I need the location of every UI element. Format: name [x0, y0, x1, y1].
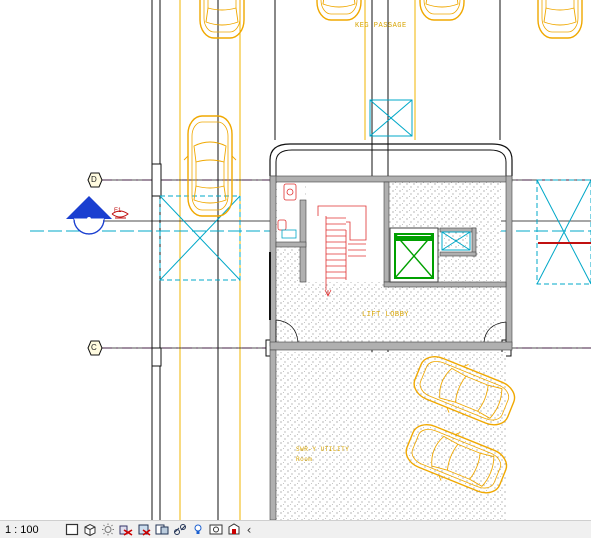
bulb-icon	[194, 524, 201, 534]
lift-lobby-label: LIFT LOBBY	[362, 311, 410, 319]
crop-region-icon	[155, 524, 168, 535]
visual-style-button[interactable]	[81, 522, 98, 537]
view-scale[interactable]: 1 : 100	[5, 524, 41, 536]
cube-icon	[84, 523, 95, 536]
elevation-marker	[66, 196, 112, 235]
lift-car	[389, 227, 439, 283]
grid-bubble-c[interactable]: C	[91, 343, 97, 352]
model-icon	[228, 523, 239, 535]
crop-icon	[138, 524, 150, 536]
car-top-right-a	[415, 0, 469, 21]
analytical-model-button[interactable]	[225, 522, 242, 537]
shadow-icon	[119, 525, 132, 536]
shaft-opening-top	[369, 99, 413, 137]
car-top-right-b	[533, 0, 587, 39]
reveal-icon	[209, 524, 222, 535]
reveal-hidden-button[interactable]	[207, 522, 224, 537]
basement-room-label: SWR-Y UTILITY	[296, 446, 350, 453]
temporary-hide-button[interactable]	[189, 522, 206, 537]
crop-view-button[interactable]	[135, 522, 152, 537]
light-well-left	[159, 195, 241, 281]
car-left	[183, 115, 237, 217]
building-outline	[269, 143, 513, 176]
detail-level-button[interactable]	[63, 522, 80, 537]
car-top-left	[195, 0, 249, 39]
light-well-right	[536, 179, 591, 285]
sun-icon	[101, 523, 114, 536]
square-icon	[65, 523, 78, 536]
grid-bubble-d[interactable]: D	[91, 175, 97, 184]
shadows-button[interactable]	[117, 522, 134, 537]
keg-passage-label: KEG PASSAGE	[355, 22, 407, 30]
collapse-control-bar-button[interactable]: ‹	[243, 522, 255, 537]
unlock-3d-view-button[interactable]	[171, 522, 188, 537]
car-top-mid	[312, 0, 366, 21]
elevation-tag[interactable]: E1	[114, 208, 121, 214]
view-control-bar: 1 : 100 ‹	[0, 520, 591, 538]
link-icon	[173, 524, 186, 535]
basement-room-sublabel: Room	[296, 456, 313, 463]
show-crop-region-button[interactable]	[153, 522, 170, 537]
drawing-canvas[interactable]: KEG PASSAGE LIFT LOBBY SWR-Y UTILITY Roo…	[0, 0, 591, 520]
sun-path-button[interactable]	[99, 522, 116, 537]
